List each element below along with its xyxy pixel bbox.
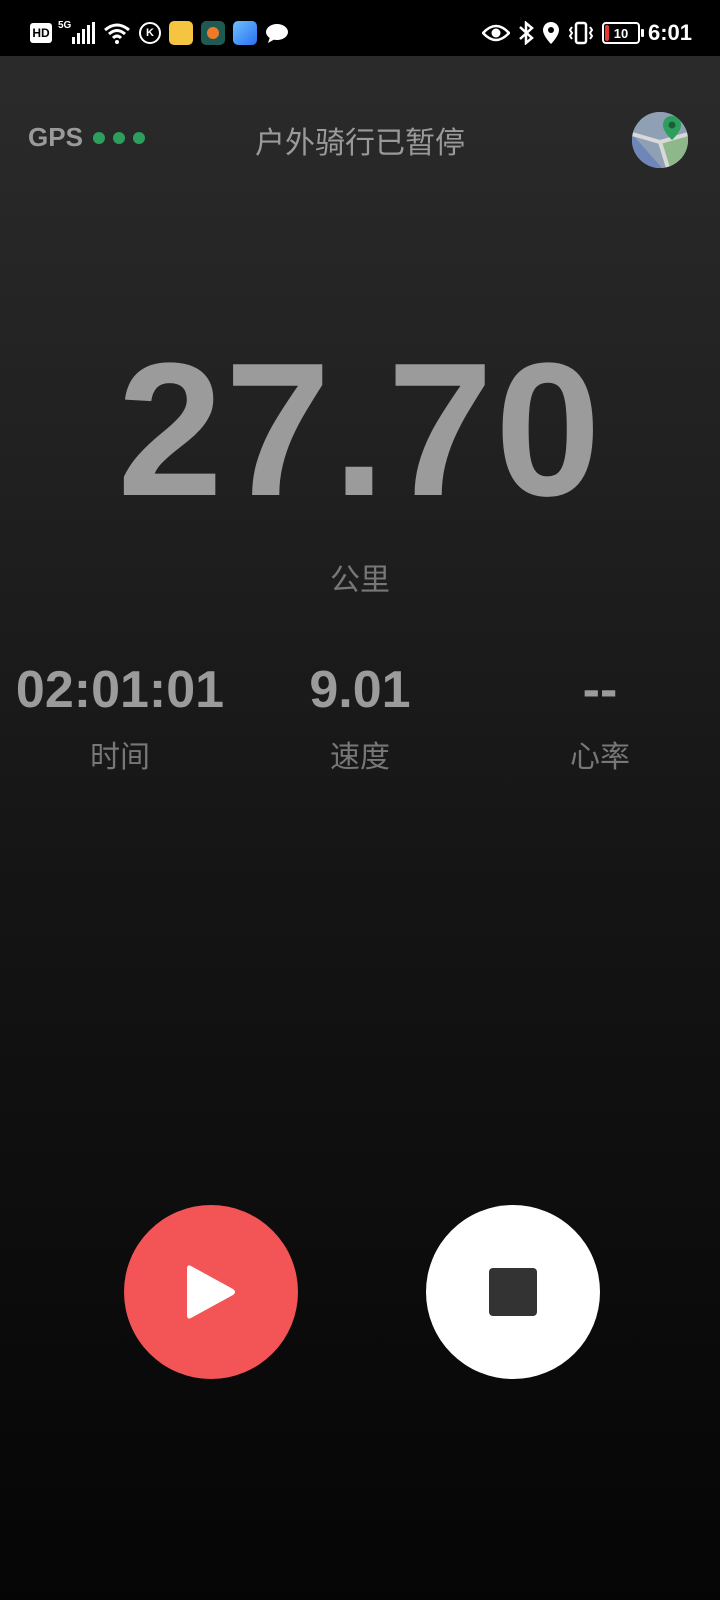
distance-unit: 公里 bbox=[330, 564, 390, 597]
signal-icon: 5G bbox=[58, 20, 95, 44]
vibrate-icon bbox=[568, 21, 594, 45]
app-blue-icon bbox=[233, 21, 257, 45]
resume-button[interactable] bbox=[124, 1205, 298, 1379]
speed-label: 速度 bbox=[330, 741, 390, 774]
status-bar-right: 10 6:01 bbox=[481, 17, 692, 49]
time-label: 时间 bbox=[90, 741, 150, 774]
play-icon bbox=[187, 1265, 235, 1319]
workout-screen: HD 5G K 10 6:01 GPS 户外骑行已暂停 27.70 公里 02:… bbox=[0, 0, 720, 1600]
status-time: 6:01 bbox=[647, 20, 692, 45]
stat-time: 02:01:01 时间 bbox=[0, 660, 240, 776]
speed-value: 9.01 bbox=[309, 661, 411, 719]
eye-icon bbox=[481, 24, 510, 42]
k-icon: K bbox=[139, 22, 161, 44]
app-yellow-icon bbox=[169, 21, 193, 45]
location-icon bbox=[542, 22, 559, 44]
map-icon bbox=[632, 112, 688, 168]
map-button[interactable] bbox=[632, 112, 688, 168]
stat-heart-rate: -- 心率 bbox=[480, 660, 720, 776]
hd-icon: HD bbox=[30, 23, 52, 43]
chat-bubble-icon bbox=[266, 24, 288, 43]
battery-icon: 10 bbox=[601, 22, 644, 44]
status-bar: HD 5G K 10 6:01 bbox=[0, 0, 720, 56]
page-title: 户外骑行已暂停 bbox=[255, 127, 465, 160]
stop-icon bbox=[489, 1268, 537, 1316]
battery-level: 10 bbox=[613, 25, 629, 41]
stop-button[interactable] bbox=[426, 1205, 600, 1379]
status-bar-left: HD 5G K bbox=[30, 17, 289, 49]
stat-speed: 9.01 速度 bbox=[240, 660, 480, 776]
time-value: 02:01:01 bbox=[15, 661, 225, 719]
heart-rate-value: -- bbox=[582, 661, 618, 719]
bluetooth-icon bbox=[519, 21, 534, 45]
app-dark-icon bbox=[201, 21, 225, 45]
wifi-icon bbox=[104, 23, 130, 44]
network-type-label: 5G bbox=[58, 20, 72, 31]
distance-value: 27.70 bbox=[117, 324, 603, 536]
heart-rate-label: 心率 bbox=[570, 741, 630, 774]
